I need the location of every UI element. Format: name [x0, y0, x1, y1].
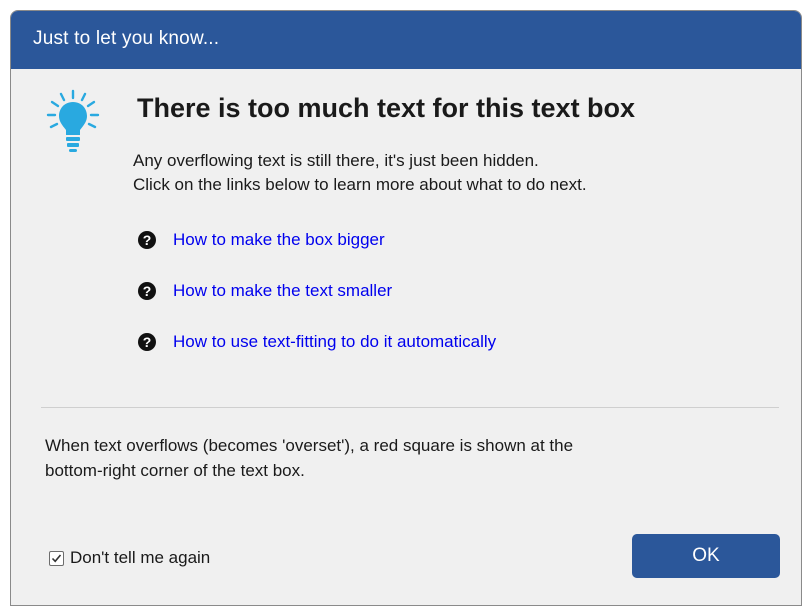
dialog-title: Just to let you know... [33, 28, 220, 49]
description-line: Any overflowing text is still there, it'… [133, 151, 539, 170]
overset-note: When text overflows (becomes 'overset'),… [45, 433, 573, 483]
link-make-text-smaller[interactable]: How to make the text smaller [173, 279, 392, 303]
link-text-fitting[interactable]: How to use text-fitting to do it automat… [173, 330, 496, 354]
dont-tell-again-checkbox[interactable] [49, 550, 64, 566]
note-line: bottom-right corner of the text box. [45, 461, 305, 480]
title-bar[interactable]: Just to let you know... [11, 11, 801, 69]
dialog-heading: There is too much text for this text box [137, 93, 636, 123]
dialog-window: Just to let you know... There is too muc… [10, 10, 802, 606]
ok-button[interactable]: OK [632, 534, 780, 578]
help-link-row: ? How to make the box bigger [138, 228, 496, 279]
question-icon: ? [138, 282, 156, 300]
question-icon: ? [138, 231, 156, 249]
dialog-description: Any overflowing text is still there, it'… [133, 149, 587, 197]
checkmark-icon [51, 553, 62, 562]
question-icon: ? [138, 333, 156, 351]
dont-tell-again-label: Don't tell me again [70, 548, 211, 567]
help-link-row: ? How to use text-fitting to do it autom… [138, 330, 496, 381]
divider [41, 407, 779, 408]
help-links: ? How to make the box bigger ? How to ma… [138, 228, 496, 381]
dont-tell-again-option[interactable]: Don't tell me again [49, 548, 210, 568]
link-make-box-bigger[interactable]: How to make the box bigger [173, 228, 385, 252]
help-link-row: ? How to make the text smaller [138, 279, 496, 330]
lightbulb-icon [45, 89, 101, 157]
note-line: When text overflows (becomes 'overset'),… [45, 436, 574, 455]
description-line: Click on the links below to learn more a… [133, 175, 587, 194]
